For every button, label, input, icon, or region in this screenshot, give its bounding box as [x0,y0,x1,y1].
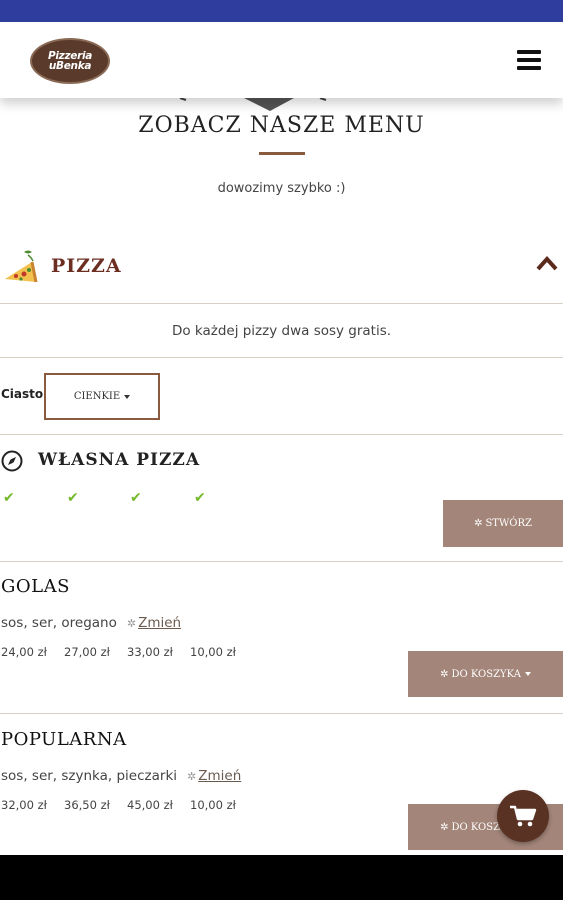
menu-title: ZOBACZ NASZE MENU [138,113,425,138]
spinner-icon: ✲ [187,770,197,783]
menu-item: POPULARNA sos, ser, szynka, pieczarki ✲ Zm… [0,716,563,867]
logo[interactable]: Pizzeria uBenka [30,38,110,84]
own-pizza-title: WŁASNA PIZZA [38,450,201,470]
pizza-slice-icon [5,250,38,283]
add-to-cart-label: DO KOSZYKA [451,668,521,680]
menu-subtitle: dowozimy szybko :) [217,181,346,196]
title-underline [259,152,305,155]
hamburger-icon[interactable] [517,50,541,72]
category-title: PIZZA [51,255,122,277]
menu-decoration-icon [179,98,327,111]
caret-down-icon [124,394,131,399]
crust-select[interactable]: CIENKIE [44,373,160,420]
check-icon: ✔ [67,490,79,506]
logo-line2: uBenka [48,60,92,72]
item-description: sos, ser, oregano ✲ Zmień [1,615,181,631]
category-header-pizza[interactable]: PIZZA [0,244,563,304]
crust-selected-value: CIENKIE [73,391,121,402]
item-prices: 24,00 zł 27,00 zł 33,00 zł 10,00 zł [1,645,253,659]
item-ingredients: sos, ser, oregano [1,615,117,631]
chevron-up-icon[interactable] [535,254,559,272]
item-title: POPULARNA [1,729,127,750]
change-ingredients-link[interactable]: ✲ Zmień [187,768,241,784]
change-ingredients-link[interactable]: ✲ Zmień [127,615,181,631]
create-button-label: STWÓRZ [485,518,532,529]
check-icon: ✔ [194,490,206,506]
add-to-cart-button[interactable]: ✲ DO KOSZYKA [408,651,563,697]
app-header: Pizzeria uBenka [0,22,563,98]
price-small: 24,00 zł [1,645,47,659]
crust-row: Ciasto CIENKIE [0,359,563,435]
check-icon: ✔ [130,490,142,506]
crust-label: Ciasto [1,387,44,401]
price-medium: 36,50 zł [64,798,110,812]
system-navigation-bar [0,855,563,900]
spinner-icon: ✲ [126,617,137,630]
caret-down-icon [524,672,531,676]
price-small: 32,00 zł [1,798,47,812]
item-prices: 32,00 zł 36,50 zł 45,00 zł 10,00 zł [1,798,253,812]
price-large: 33,00 zł [127,645,173,659]
price-extra: 10,00 zł [190,645,236,659]
own-pizza-section: WŁASNA PIZZA ✔ ✔ ✔ ✔ ✲ STWÓRZ [0,436,563,562]
price-large: 45,00 zł [127,798,173,812]
cart-button[interactable] [497,790,549,842]
cart-icon [510,805,537,827]
spinner-icon: ✲ [440,668,449,680]
item-description: sos, ser, szynka, pieczarki ✲ Zmień [1,768,241,784]
check-icon: ✔ [3,490,15,506]
compass-icon [1,450,23,472]
menu-item: GOLAS sos, ser, oregano ✲ Zmień 24,00 zł 27… [0,563,563,714]
price-extra: 10,00 zł [190,798,236,812]
item-ingredients: sos, ser, szynka, pieczarki [1,768,178,784]
category-note: Do każdej pizzy dwa sosy gratis. [0,305,563,358]
item-title: GOLAS [1,576,70,597]
status-bar [0,0,563,22]
spinner-icon: ✲ [474,518,483,529]
price-medium: 27,00 zł [64,645,110,659]
spinner-icon: ✲ [440,821,449,833]
create-pizza-button[interactable]: ✲ STWÓRZ [443,500,563,547]
